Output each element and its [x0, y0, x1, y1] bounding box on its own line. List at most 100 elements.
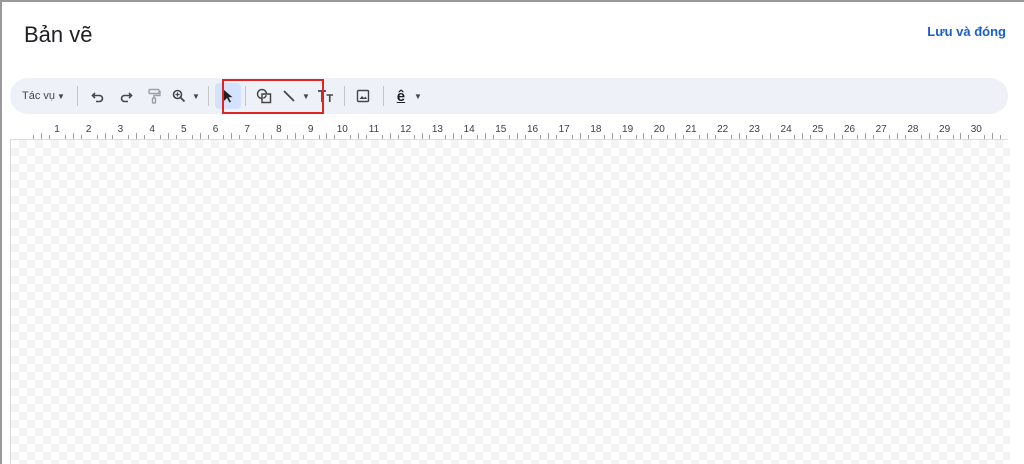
image-icon: [356, 89, 370, 103]
ruler-tick: [556, 135, 558, 139]
paint-format-button[interactable]: [140, 83, 168, 109]
zoom-dropdown-button[interactable]: ▼: [190, 83, 202, 109]
redo-button[interactable]: [112, 83, 140, 109]
ruler-tick: [429, 135, 431, 139]
ruler-label: 24: [780, 124, 792, 135]
toolbar: Tác vụ ▼ ▼ ▼ ê ▼: [10, 78, 1008, 114]
ruler-tick: [302, 135, 304, 139]
ruler-label: 26: [843, 124, 856, 135]
shape-tool-button[interactable]: [250, 83, 278, 109]
ruler-tick: [928, 133, 930, 139]
text-box-icon: [317, 90, 333, 102]
ruler-tick: [421, 133, 423, 139]
ruler-tick: [770, 133, 772, 139]
ruler-tick: [72, 133, 74, 139]
drawing-canvas[interactable]: [10, 140, 1010, 464]
ruler-tick: [326, 133, 328, 139]
ruler-tick: [714, 135, 716, 139]
ruler-tick: [580, 133, 582, 139]
ruler-tick: [191, 135, 193, 139]
zoom-icon: [172, 89, 186, 103]
ruler-tick: [667, 135, 669, 139]
ruler-tick: [794, 135, 796, 139]
word-art-button[interactable]: ê: [390, 83, 412, 109]
ruler-tick: [318, 135, 320, 139]
ruler-tick: [128, 135, 130, 139]
ruler-tick: [41, 133, 43, 139]
chevron-down-icon: ▼: [57, 91, 65, 101]
ruler-tick: [619, 135, 621, 139]
ruler-tick: [968, 135, 970, 139]
chevron-down-icon: ▼: [191, 91, 200, 101]
ruler-tick: [223, 135, 225, 139]
ruler-tick: [492, 135, 494, 139]
ruler-tick: [572, 135, 574, 139]
ruler-tick: [778, 135, 780, 139]
ruler-tick: [80, 135, 82, 139]
ruler-tick: [904, 135, 906, 139]
ruler-tick: [540, 135, 542, 139]
toolbar-divider: [244, 86, 246, 106]
ruler-tick: [516, 133, 518, 139]
ruler-tick: [334, 135, 336, 139]
ruler-label: 27: [875, 124, 887, 135]
ruler-tick: [413, 135, 415, 139]
ruler-label: 22: [717, 124, 729, 135]
line-tool-button[interactable]: [278, 83, 300, 109]
ruler-tick: [389, 133, 391, 139]
ruler-label: 5: [181, 124, 187, 135]
ruler-tick: [207, 135, 209, 139]
ruler-tick: [801, 133, 803, 139]
ruler-label: 13: [431, 124, 443, 135]
ruler-label: 6: [212, 124, 219, 135]
word-art-icon: ê: [396, 87, 406, 105]
ruler-tick: [112, 135, 114, 139]
ruler-tick: [484, 133, 486, 139]
ruler-label: 17: [558, 124, 570, 135]
undo-button[interactable]: [84, 83, 112, 109]
ruler-tick: [897, 133, 899, 139]
select-icon: [223, 90, 233, 103]
ruler-tick: [477, 135, 479, 139]
ruler-tick: [160, 135, 162, 139]
save-and-close-button[interactable]: Lưu và đóng: [927, 24, 1006, 39]
ruler-label: 8: [276, 124, 282, 135]
ruler-tick: [825, 135, 827, 139]
ruler-tick: [270, 135, 272, 139]
ruler-label: 30: [970, 124, 982, 135]
ruler-tick: [643, 133, 645, 139]
ruler-tick: [762, 135, 764, 139]
ruler-tick: [603, 135, 605, 139]
shape-icon: [256, 88, 272, 104]
ruler-tick: [33, 135, 35, 139]
ruler-label: 11: [368, 124, 380, 135]
line-icon: [283, 90, 295, 102]
toolbar-divider: [76, 86, 78, 106]
redo-icon: [120, 92, 133, 103]
ruler-tick: [920, 135, 922, 139]
ruler-tick: [508, 135, 510, 139]
ruler-tick: [730, 135, 732, 139]
ruler-tick: [841, 135, 843, 139]
ruler-tick: [350, 135, 352, 139]
insert-image-button[interactable]: [349, 83, 377, 109]
zoom-button[interactable]: [168, 83, 190, 109]
ruler-tick: [706, 133, 708, 139]
ruler-tick: [358, 133, 360, 139]
actions-menu-button[interactable]: Tác vụ ▼: [20, 83, 67, 109]
ruler-tick: [453, 133, 455, 139]
ruler-tick: [64, 135, 66, 139]
ruler-tick: [992, 133, 994, 139]
ruler-tick: [651, 135, 653, 139]
horizontal-ruler: 1 2 3 4 5 6 7 8 9 10 11 12 13 14 15 16 17 18 19 20 21 22 23 24 2…: [10, 122, 1008, 140]
ruler-label: 10: [336, 124, 348, 135]
ruler-label: 29: [939, 124, 951, 135]
text-box-button[interactable]: [312, 83, 340, 109]
select-tool-button[interactable]: [214, 83, 241, 109]
ruler-label: 7: [244, 124, 250, 135]
ruler-tick: [548, 133, 550, 139]
word-art-dropdown-button[interactable]: ▼: [412, 83, 424, 109]
line-dropdown-button[interactable]: ▼: [300, 83, 312, 109]
ruler-label: 2: [85, 124, 92, 135]
ruler-label: 4: [149, 124, 155, 135]
